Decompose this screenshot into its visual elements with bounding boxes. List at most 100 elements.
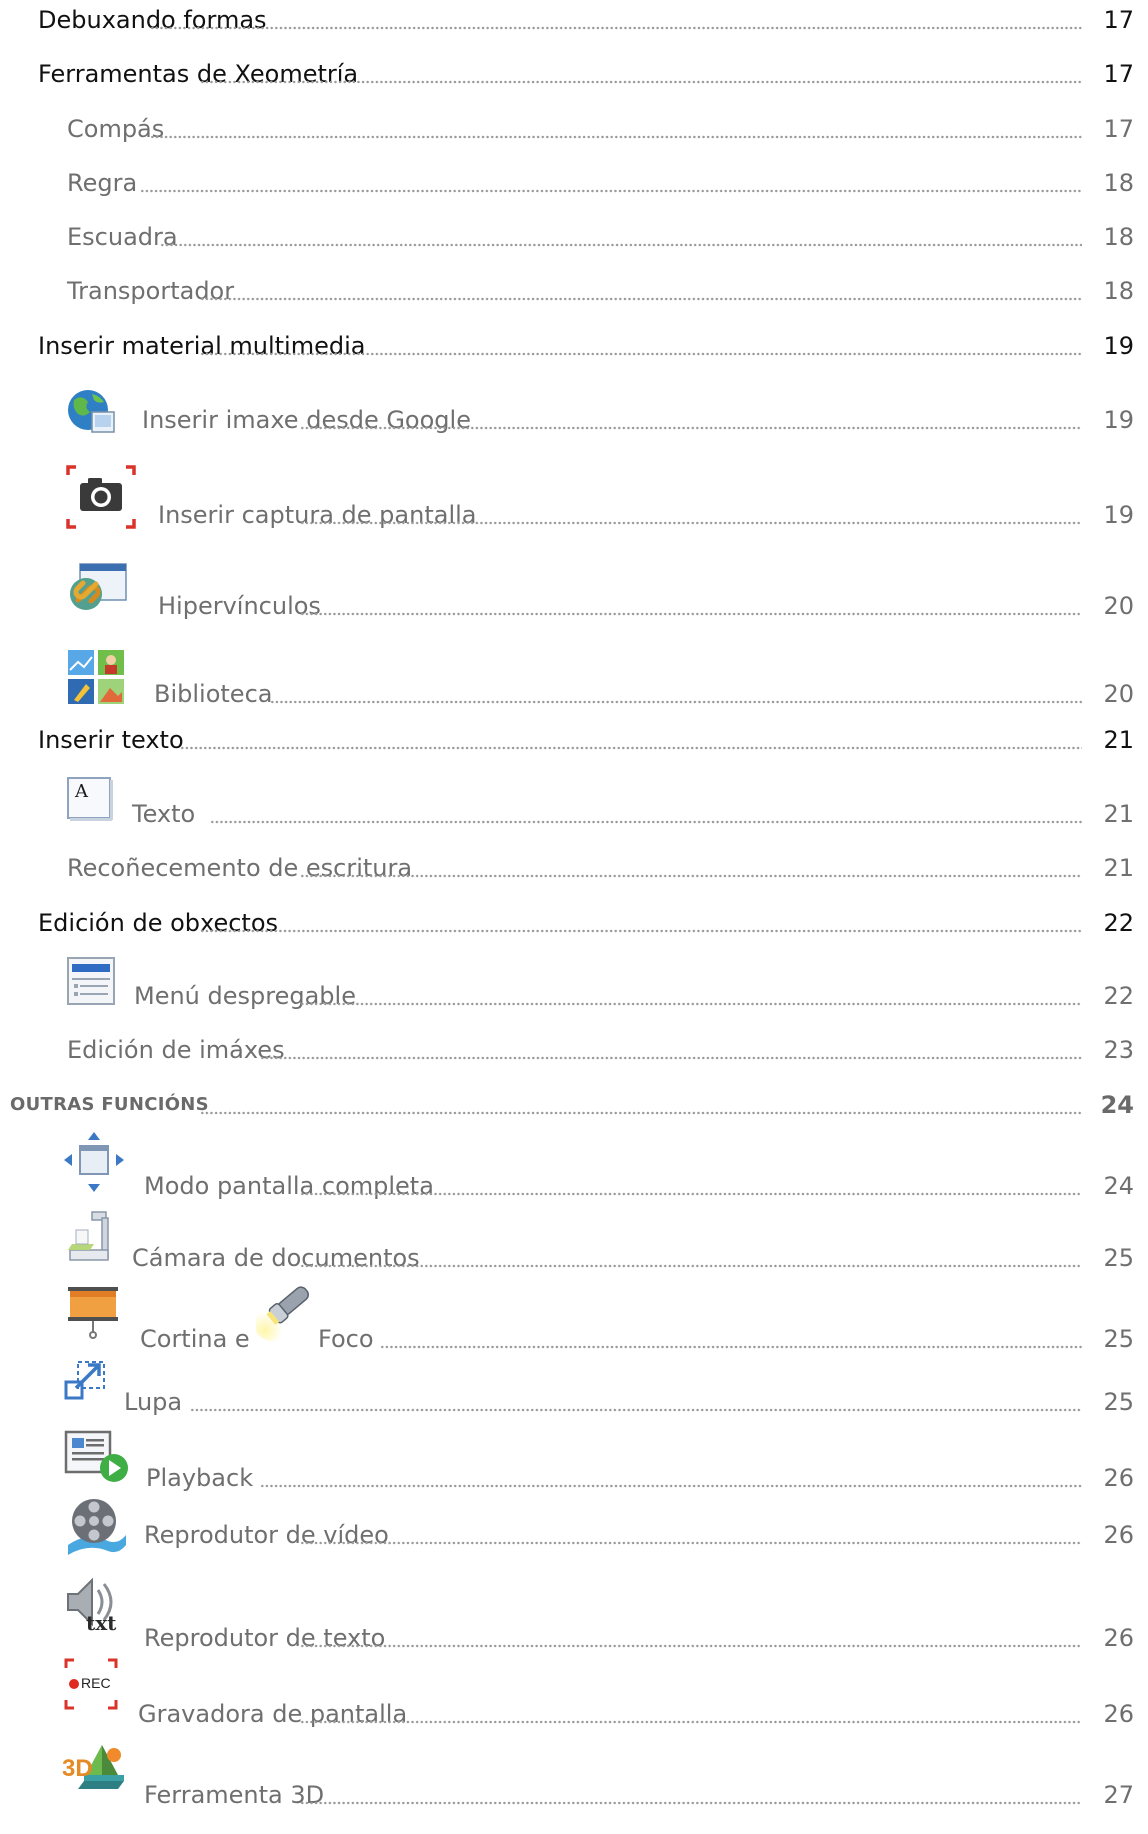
toc-page-number: 26 xyxy=(1099,1700,1134,1728)
leader-dots xyxy=(150,26,1082,30)
toc-page-number: 21 xyxy=(1099,800,1134,828)
toc-page-number: 19 xyxy=(1099,501,1134,529)
toc-row-escuadra[interactable]: Escuadra 18 xyxy=(0,219,1148,259)
toc-page-number: 18 xyxy=(1099,169,1134,197)
rec-label: REC xyxy=(81,1675,111,1691)
library-icon xyxy=(66,648,128,706)
toc-row-menu-despregable[interactable]: Menú despregable 22 xyxy=(0,957,1148,1018)
leader-dots xyxy=(200,297,1082,301)
toc-row-debuxando-formas[interactable]: Debuxando formas 17 xyxy=(0,2,1148,42)
fullscreen-icon xyxy=(62,1130,126,1194)
text-reader-icon: txt xyxy=(64,1574,128,1634)
toc-row-ferramentas-xeometria[interactable]: Ferramentas de Xeometría 17 xyxy=(0,56,1148,96)
toc-page-number: 23 xyxy=(1099,1036,1134,1064)
toc-row-regra[interactable]: Regra 18 xyxy=(0,165,1148,205)
leader-dots xyxy=(260,1484,1082,1488)
toc-row-inserir-imaxe-google[interactable]: Inserir imaxe desde Google 19 xyxy=(0,390,1148,442)
toc-row-edicion-imaxes[interactable]: Edición de imáxes 23 xyxy=(0,1032,1148,1072)
leader-dots xyxy=(300,1541,1082,1545)
toc-row-edicion-obxectos[interactable]: Edición de obxectos 22 xyxy=(0,905,1148,945)
spotlight-icon xyxy=(256,1277,316,1341)
leader-dots xyxy=(380,1345,1082,1349)
toc-label: Biblioteca xyxy=(154,680,277,708)
camera-capture-icon xyxy=(66,465,136,529)
toc-page-number: 18 xyxy=(1099,277,1134,305)
leader-dots xyxy=(300,1264,1082,1268)
toc-row-transportador[interactable]: Transportador 18 xyxy=(0,273,1148,313)
toc-row-texto[interactable]: A Texto 21 xyxy=(0,777,1148,836)
toc-row-hipervinculos[interactable]: Hipervínculos 20 xyxy=(0,563,1148,628)
playback-icon xyxy=(64,1428,134,1486)
toc-page-number: 26 xyxy=(1099,1624,1134,1652)
leader-dots xyxy=(200,929,1082,933)
toc-row-ferramenta-3d[interactable]: 3D Ferramenta 3D 27 xyxy=(0,1745,1148,1817)
leader-dots xyxy=(300,1192,1082,1196)
toc-row-inserir-captura-pantalla[interactable]: Inserir captura de pantalla 19 xyxy=(0,465,1148,537)
toc-row-inserir-texto[interactable]: Inserir texto 21 xyxy=(0,722,1148,762)
leader-dots xyxy=(270,700,1082,704)
leader-dots xyxy=(190,1408,1082,1412)
toc-label: Edición de imáxes xyxy=(67,1036,289,1064)
magnifier-icon xyxy=(64,1360,108,1400)
toc-row-outras-funcions[interactable]: Outras funcións 24 xyxy=(0,1087,1148,1127)
toc-page-number: 22 xyxy=(1099,909,1134,937)
leader-dots xyxy=(300,1801,1082,1805)
toc-page-number: 21 xyxy=(1099,854,1134,882)
leader-dots xyxy=(160,243,1082,247)
toc-page-number: 20 xyxy=(1099,680,1134,708)
toc-page-number: 24 xyxy=(1096,1091,1134,1119)
leader-dots xyxy=(180,746,1082,750)
toc-row-camara-documentos[interactable]: Cámara de documentos 25 xyxy=(0,1211,1148,1280)
leader-dots xyxy=(200,352,1082,356)
toc-page-number: 22 xyxy=(1099,982,1134,1010)
3d-label: 3D xyxy=(62,1755,93,1782)
leader-dots xyxy=(300,612,1082,616)
toc-page-number: 25 xyxy=(1099,1244,1134,1272)
toc-label: Regra xyxy=(67,169,142,197)
toc-row-biblioteca[interactable]: Biblioteca 20 xyxy=(0,650,1148,716)
toc-label: Playback xyxy=(146,1464,258,1492)
toc-page-number: 24 xyxy=(1099,1172,1134,1200)
svg-text:txt: txt xyxy=(86,1611,117,1634)
toc-row-compas[interactable]: Compás 17 xyxy=(0,111,1148,151)
toc-page-number: 21 xyxy=(1099,726,1134,754)
toc-row-reprodutor-texto[interactable]: txt Reprodutor de texto 26 xyxy=(0,1577,1148,1660)
toc-row-inserir-material-multimedia[interactable]: Inserir material multimedia 19 xyxy=(0,328,1148,368)
toc-row-cortina-foco[interactable]: Cortina e Foco 25 xyxy=(0,1286,1148,1361)
toc-label: Texto xyxy=(132,800,200,828)
leader-dots xyxy=(300,1720,1082,1724)
toc-page-number: 27 xyxy=(1099,1781,1134,1809)
toc-row-reconecemento-escritura[interactable]: Recoñecemento de escritura 21 xyxy=(0,850,1148,890)
leader-dots xyxy=(260,1056,1082,1060)
toc-page-number: 20 xyxy=(1099,592,1134,620)
leader-dots xyxy=(300,874,1082,878)
toc-page-number: 19 xyxy=(1099,406,1134,434)
toc-row-lupa[interactable]: Lupa 25 xyxy=(0,1361,1148,1424)
toc-row-reprodutor-video[interactable]: Reprodutor de vídeo 26 xyxy=(0,1499,1148,1557)
leader-dots xyxy=(300,521,1082,525)
leader-dots xyxy=(200,1111,1082,1115)
curtain-icon xyxy=(66,1283,122,1343)
leader-dots xyxy=(300,1002,1082,1006)
toc-label: Cortina e xyxy=(140,1325,250,1353)
toc-page-number: 26 xyxy=(1099,1464,1134,1492)
toc-page-number: 17 xyxy=(1099,6,1134,34)
leader-dots xyxy=(140,189,1082,193)
toc-row-gravadora-pantalla[interactable]: REC Gravadora de pantalla 26 xyxy=(0,1658,1148,1736)
toc-label: Lupa xyxy=(124,1388,187,1416)
toc-page-number: 17 xyxy=(1099,60,1134,88)
toc-page-number: 17 xyxy=(1099,115,1134,143)
toc-label-2: Foco xyxy=(318,1325,378,1353)
leader-dots xyxy=(300,426,1082,430)
video-player-icon xyxy=(64,1495,130,1555)
toc-row-playback[interactable]: Playback 26 xyxy=(0,1430,1148,1500)
toc-page-number: 18 xyxy=(1099,223,1134,251)
toc-page-number: 25 xyxy=(1099,1388,1134,1416)
toc-row-modo-pantalla-completa[interactable]: Modo pantalla completa 24 xyxy=(0,1132,1148,1208)
leader-dots xyxy=(150,135,1082,139)
globe-image-icon xyxy=(66,388,116,436)
document-camera-icon xyxy=(66,1210,116,1266)
svg-text:A: A xyxy=(74,781,89,802)
dropdown-menu-icon xyxy=(66,956,118,1008)
toc-page-number: 25 xyxy=(1099,1325,1134,1353)
